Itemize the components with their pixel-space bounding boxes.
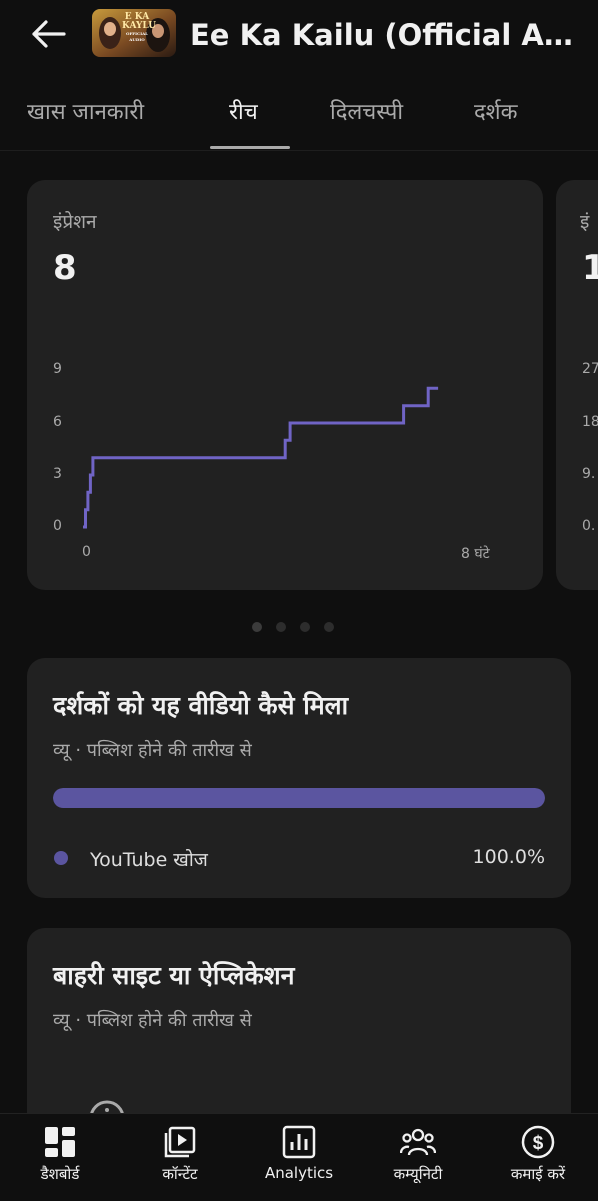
back-button[interactable] [26, 14, 70, 54]
thumbnail-text-3: OFFICIAL AUDIO [125, 31, 148, 42]
pager-dot[interactable] [300, 622, 310, 632]
content-icon [164, 1126, 196, 1158]
thumbnail-text-2: KAYLU [122, 21, 157, 31]
bottom-navigation: डैशबोर्ड कॉन्टेंट Analytics कम्यूनिटी $ … [0, 1113, 598, 1201]
next-metric-label: इं [580, 211, 590, 233]
section-subtitle: व्यू · पब्लिश होने की तारीख से [53, 740, 252, 761]
nav-label: कम्यूनिटी [393, 1165, 443, 1183]
next-metric-card[interactable]: इं 1 27 18 9. 0. [556, 180, 598, 590]
svg-text:$: $ [533, 1133, 544, 1154]
pager-dot[interactable] [324, 622, 334, 632]
chart-series-line [83, 386, 439, 529]
tab-audience[interactable]: दर्शक [474, 96, 518, 126]
card-pager [252, 617, 348, 632]
next-y-tick: 9. [582, 466, 596, 482]
earn-icon: $ [521, 1125, 555, 1159]
nav-label: Analytics [264, 1164, 334, 1182]
legend-label: YouTube खोज [90, 849, 208, 871]
nav-community[interactable]: कम्यूनिटी [358, 1114, 478, 1201]
video-thumbnail: E KA KAYLU OFFICIAL AUDIO [92, 9, 176, 57]
next-y-tick: 27 [582, 361, 598, 377]
legend-dot [54, 851, 68, 865]
traffic-bar-fill [53, 788, 545, 808]
nav-label: कमाई करें [510, 1165, 566, 1183]
nav-content[interactable]: कॉन्टेंट [120, 1114, 240, 1201]
arrow-left-icon [32, 20, 66, 48]
analytics-icon [282, 1125, 316, 1159]
tab-bar: खास जानकारी रीच दिलचस्पी दर्शक [0, 84, 598, 151]
active-tab-indicator [210, 146, 290, 149]
next-y-tick: 0. [582, 518, 596, 534]
next-metric-value: 1 [582, 248, 598, 288]
next-y-tick: 18 [582, 414, 598, 430]
impressions-line-chart [83, 386, 439, 529]
nav-label: कॉन्टेंट [162, 1165, 198, 1183]
pager-dot[interactable] [252, 622, 262, 632]
pager-dot[interactable] [276, 622, 286, 632]
section-subtitle: व्यू · पब्लिश होने की तारीख से [53, 1010, 252, 1031]
nav-analytics[interactable]: Analytics [239, 1114, 359, 1201]
nav-earn[interactable]: $ कमाई करें [478, 1114, 598, 1201]
legend-value: 100.0% [472, 846, 545, 868]
traffic-bar [53, 788, 545, 808]
video-title: Ee Ka Kailu (Official Audio) [190, 18, 585, 52]
nav-label: डैशबोर्ड [40, 1165, 80, 1183]
community-icon [400, 1128, 436, 1156]
tab-engagement[interactable]: दिलचस्पी [330, 96, 403, 126]
section-title: दर्शकों को यह वीडियो कैसे मिला [53, 691, 349, 720]
section-title: बाहरी साइट या ऐप्लिकेशन [53, 961, 295, 990]
dashboard-icon [45, 1127, 75, 1157]
traffic-sources-card[interactable]: दर्शकों को यह वीडियो कैसे मिला व्यू · पब… [27, 658, 571, 898]
tab-overview[interactable]: खास जानकारी [27, 96, 144, 126]
top-app-bar: E KA KAYLU OFFICIAL AUDIO Ee Ka Kailu (O… [0, 0, 598, 74]
tab-reach[interactable]: रीच [229, 96, 258, 126]
impressions-card[interactable]: इंप्रेशन 8 9 6 3 0 0 8 घंटे [27, 180, 543, 590]
nav-dashboard[interactable]: डैशबोर्ड [0, 1114, 120, 1201]
